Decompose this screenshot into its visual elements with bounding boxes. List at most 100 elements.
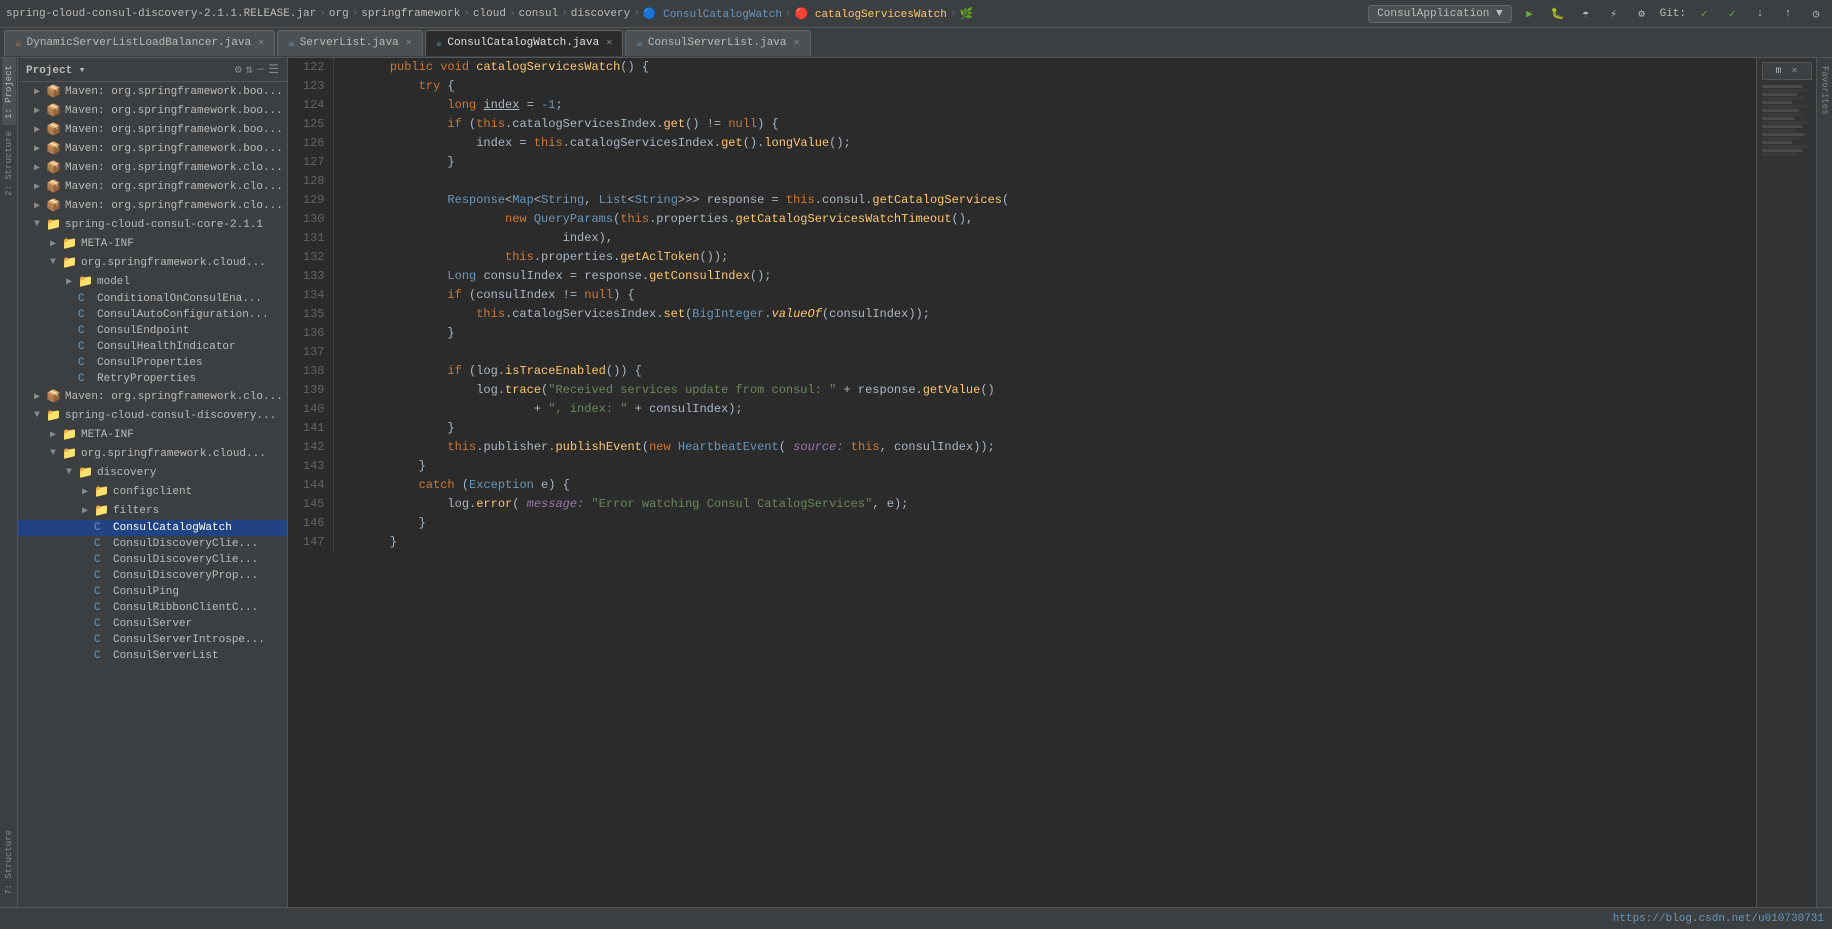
tree-consulserver[interactable]: ▶ C ConsulServer: [18, 616, 287, 632]
code-content[interactable]: index),: [353, 229, 1756, 248]
code-content[interactable]: if (this.catalogServicesIndex.get() != n…: [353, 115, 1756, 134]
git-update[interactable]: ↓: [1750, 4, 1770, 24]
code-content[interactable]: index = this.catalogServicesIndex.get().…: [353, 134, 1756, 153]
coverage-button[interactable]: ☂: [1576, 4, 1596, 24]
tree-consuldiscoveryclient1[interactable]: ▶ C ConsulDiscoveryClie...: [18, 536, 287, 552]
code-content[interactable]: this.catalogServicesIndex.set(BigInteger…: [353, 305, 1756, 324]
breadcrumb-consul[interactable]: consul: [519, 8, 559, 20]
code-editor[interactable]: 122 public void catalogServicesWatch() {…: [288, 58, 1756, 929]
code-content[interactable]: }: [353, 153, 1756, 172]
code-content[interactable]: public void catalogServicesWatch() {: [353, 58, 1756, 77]
tree-discovery-folder[interactable]: ▼ 📁 discovery: [18, 463, 287, 482]
tree-consulhealthindicator[interactable]: ▶ C ConsulHealthIndicator: [18, 339, 287, 355]
sidebar-icon-settings[interactable]: ☰: [268, 62, 279, 77]
tree-conditionalonconsulena[interactable]: ▶ C ConditionalOnConsulEna...: [18, 291, 287, 307]
tree-org-cloud-disc[interactable]: ▼ 📁 org.springframework.cloud...: [18, 444, 287, 463]
status-url[interactable]: https://blog.csdn.net/u010730731: [1613, 913, 1824, 925]
debug-button[interactable]: 🐛: [1548, 4, 1568, 24]
tree-consulcatalogwatch-file[interactable]: ▶ C ConsulCatalogWatch: [18, 520, 287, 536]
tree-meta-inf-1[interactable]: ▶ 📁 META-INF: [18, 234, 287, 253]
code-content[interactable]: catch (Exception e) {: [353, 476, 1756, 495]
code-content[interactable]: Long consulIndex = response.getConsulInd…: [353, 267, 1756, 286]
tree-consulproperties[interactable]: ▶ C ConsulProperties: [18, 355, 287, 371]
panel-tab-7structure[interactable]: 7: Structure: [2, 824, 16, 901]
tree-consuldiscoveryclient2[interactable]: ▶ C ConsulDiscoveryClie...: [18, 552, 287, 568]
git-check[interactable]: ✓: [1694, 4, 1714, 24]
profile-button[interactable]: ⚡: [1604, 4, 1624, 24]
tree-maven-6[interactable]: ▶ 📦 Maven: org.springframework.clo...: [18, 177, 287, 196]
tree-consul-core[interactable]: ▼ 📁 spring-cloud-consul-core-2.1.1: [18, 215, 287, 234]
tab-close-dynamicserver[interactable]: ✕: [258, 37, 264, 49]
tree-model[interactable]: ▶ 📁 model: [18, 272, 287, 291]
tab-consulcatalogwatch[interactable]: ☕ ConsulCatalogWatch.java ✕: [425, 30, 623, 56]
tree-maven-5[interactable]: ▶ 📦 Maven: org.springframework.clo...: [18, 158, 287, 177]
sidebar-icon-sort[interactable]: ⇅: [246, 62, 253, 77]
tab-serverlist[interactable]: ☕ ServerList.java ✕: [277, 30, 423, 56]
tree-maven-3[interactable]: ▶ 📦 Maven: org.springframework.boo...: [18, 120, 287, 139]
breadcrumb-method[interactable]: 🔴 catalogServicesWatch: [795, 7, 947, 21]
tab-dynamicserver[interactable]: ☕ DynamicServerListLoadBalancer.java ✕: [4, 30, 275, 56]
git-check2[interactable]: ✓: [1722, 4, 1742, 24]
tree-maven-7[interactable]: ▶ 📦 Maven: org.springframework.clo...: [18, 196, 287, 215]
tree-org-cloud[interactable]: ▼ 📁 org.springframework.cloud...: [18, 253, 287, 272]
panel-tab-structure[interactable]: 2: Structure: [2, 125, 16, 202]
tree-meta-inf-2[interactable]: ▶ 📁 META-INF: [18, 425, 287, 444]
minimap-button[interactable]: m ✕: [1762, 62, 1812, 80]
run-config-selector[interactable]: ConsulApplication ▼: [1368, 5, 1511, 23]
tree-consulautoconfig[interactable]: ▶ C ConsulAutoConfiguration...: [18, 307, 287, 323]
code-content[interactable]: }: [353, 419, 1756, 438]
tree-maven-8[interactable]: ▶ 📦 Maven: org.springframework.clo...: [18, 387, 287, 406]
sidebar-icon-collapse[interactable]: —: [257, 62, 264, 77]
folder-icon-org: 📁: [62, 255, 78, 270]
tab-close-consulserverlist[interactable]: ✕: [794, 37, 800, 49]
tree-maven-1[interactable]: ▶ 📦 Maven: org.springframework.boo...: [18, 82, 287, 101]
run-button[interactable]: ▶: [1520, 4, 1540, 24]
tab-close-consulcatalog[interactable]: ✕: [606, 37, 612, 49]
code-content[interactable]: new QueryParams(this.properties.getCatal…: [353, 210, 1756, 229]
tree-maven-4[interactable]: ▶ 📦 Maven: org.springframework.boo...: [18, 139, 287, 158]
git-history[interactable]: ◷: [1806, 4, 1826, 24]
tree-consulendpoint[interactable]: ▶ C ConsulEndpoint: [18, 323, 287, 339]
panel-tab-project[interactable]: 1: Project: [2, 58, 16, 125]
tree-consulping[interactable]: ▶ C ConsulPing: [18, 584, 287, 600]
tree-retryprops[interactable]: ▶ C RetryProperties: [18, 371, 287, 387]
code-content[interactable]: }: [353, 457, 1756, 476]
code-content[interactable]: this.publisher.publishEvent(new Heartbea…: [353, 438, 1756, 457]
breadcrumb-cloud[interactable]: cloud: [473, 8, 506, 20]
tree-consulserverlist[interactable]: ▶ C ConsulServerList: [18, 648, 287, 664]
tab-close-serverlist[interactable]: ✕: [406, 37, 412, 49]
minimap-close[interactable]: ✕: [1792, 66, 1798, 77]
tree-consulserverintrospe[interactable]: ▶ C ConsulServerIntrospe...: [18, 632, 287, 648]
code-content[interactable]: [353, 172, 1756, 191]
code-content[interactable]: }: [353, 533, 1756, 552]
tree-consuldiscoveryprops[interactable]: ▶ C ConsulDiscoveryProp...: [18, 568, 287, 584]
breadcrumb-springframework[interactable]: springframework: [361, 8, 460, 20]
sidebar-icon-cogwheel[interactable]: ⚙: [235, 62, 242, 77]
code-content[interactable]: }: [353, 324, 1756, 343]
code-content[interactable]: this.properties.getAclToken());: [353, 248, 1756, 267]
code-content[interactable]: log.error( message: "Error watching Cons…: [353, 495, 1756, 514]
code-content[interactable]: }: [353, 514, 1756, 533]
settings-button[interactable]: ⚙: [1632, 4, 1652, 24]
code-content[interactable]: if (log.isTraceEnabled()) {: [353, 362, 1756, 381]
code-content[interactable]: Response<Map<String, List<String>>> resp…: [353, 191, 1756, 210]
code-content[interactable]: + ", index: " + consulIndex);: [353, 400, 1756, 419]
code-content[interactable]: long index = -1;: [353, 96, 1756, 115]
tree-filters[interactable]: ▶ 📁 filters: [18, 501, 287, 520]
breadcrumb-leaf[interactable]: 🌿: [959, 7, 973, 21]
right-panel-tab-favorites[interactable]: Favorites: [1819, 62, 1831, 119]
code-content[interactable]: [353, 343, 1756, 362]
tree-consulribbon[interactable]: ▶ C ConsulRibbonClientC...: [18, 600, 287, 616]
git-push[interactable]: ↑: [1778, 4, 1798, 24]
tree-maven-2[interactable]: ▶ 📦 Maven: org.springframework.boo...: [18, 101, 287, 120]
breadcrumb-discovery[interactable]: discovery: [571, 8, 630, 20]
code-content[interactable]: try {: [353, 77, 1756, 96]
breadcrumb-jar[interactable]: spring-cloud-consul-discovery-2.1.1.RELE…: [6, 8, 316, 20]
code-content[interactable]: if (consulIndex != null) {: [353, 286, 1756, 305]
tree-consul-discovery[interactable]: ▼ 📁 spring-cloud-consul-discovery...: [18, 406, 287, 425]
breadcrumb-class[interactable]: 🔵 ConsulCatalogWatch: [643, 7, 782, 21]
code-content[interactable]: log.trace("Received services update from…: [353, 381, 1756, 400]
breadcrumb-org[interactable]: org: [329, 8, 349, 20]
tab-consulserverlist[interactable]: ☕ ConsulServerList.java ✕: [625, 30, 810, 56]
tree-configclient[interactable]: ▶ 📁 configclient: [18, 482, 287, 501]
